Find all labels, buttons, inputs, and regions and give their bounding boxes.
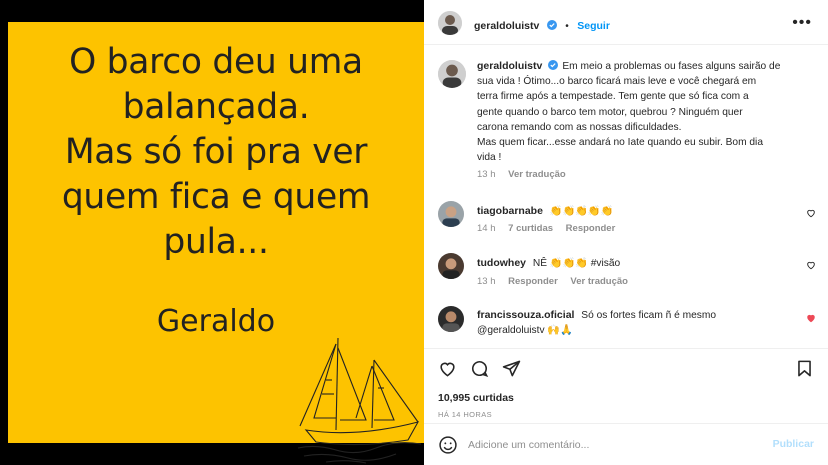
post-side-panel: geraldoluistv • Seguir ••• geraldoluistv… — [424, 0, 828, 465]
comment-username[interactable]: tudowhey — [477, 257, 526, 269]
caption-line: terra firme após a tempestade. Tem gente… — [477, 91, 749, 103]
publish-button[interactable]: Publicar — [773, 438, 814, 450]
comment-liked-heart-icon[interactable] — [806, 313, 816, 323]
likes-count[interactable]: 10,995 curtidas — [438, 392, 514, 404]
sailboat-illustration — [297, 337, 422, 464]
comment-avatar[interactable] — [438, 306, 464, 332]
comment-mention[interactable]: @geraldoluistv 🙌🙏 — [477, 325, 573, 336]
caption-line: vida ! — [477, 152, 502, 164]
quote-line: quem fica e quem — [61, 177, 371, 217]
comment-text: 👏👏👏👏👏 — [549, 206, 614, 217]
quote-line: pula... — [163, 222, 269, 262]
comment-item: francissouza.oficial Só os fortes ficam … — [477, 308, 797, 338]
comment-time[interactable]: 14 h — [477, 223, 496, 234]
comment-item: tiagobarnabe 👏👏👏👏👏 — [477, 204, 613, 219]
author-username[interactable]: geraldoluistv — [474, 20, 539, 32]
reply-button[interactable]: Responder — [566, 223, 616, 234]
caption-avatar[interactable] — [438, 60, 466, 88]
avatar-photo-icon — [438, 253, 464, 279]
comment-avatar[interactable] — [438, 253, 464, 279]
more-options-icon[interactable]: ••• — [792, 14, 812, 32]
comment-text: Só os fortes ficam ñ é mesmo — [581, 310, 717, 321]
post-image[interactable]: O barco deu uma balançada. Mas só foi pr… — [8, 0, 424, 465]
follow-button[interactable]: Seguir — [577, 20, 610, 32]
share-icon[interactable] — [502, 359, 521, 378]
comment-text: NÊ 👏👏👏 #visão — [532, 258, 621, 269]
comment-item: tudowhey NÊ 👏👏👏 #visão — [477, 256, 620, 271]
quote-line: balançada. — [122, 87, 310, 127]
comment-translate-button[interactable]: Ver tradução — [570, 276, 628, 287]
comment-icon[interactable] — [470, 359, 489, 378]
reply-button[interactable]: Responder — [508, 276, 558, 287]
comment-like-heart-icon[interactable] — [806, 260, 816, 270]
quote-text: O barco deu uma balançada. Mas só foi pr… — [8, 40, 424, 265]
comment-username[interactable]: francissouza.oficial — [477, 309, 574, 321]
header-separator: • — [565, 21, 569, 32]
caption-translate-button[interactable]: Ver tradução — [508, 169, 566, 180]
avatar-photo-icon — [438, 201, 464, 227]
verified-badge-icon — [546, 20, 557, 30]
caption: geraldoluistv Em meio a problemas ou fase… — [477, 59, 817, 165]
avatar-photo-icon — [438, 60, 466, 88]
caption-line: Mas quem ficar...esse andará no Iate qua… — [477, 137, 763, 149]
caption-meta: 13 h Ver tradução — [477, 169, 566, 180]
caption-time[interactable]: 13 h — [477, 169, 496, 180]
comment-username[interactable]: tiagobarnabe — [477, 205, 543, 217]
caption-line: sua vida ! Ótimo...o barco ficará mais l… — [477, 76, 757, 88]
comment-avatar[interactable] — [438, 201, 464, 227]
post-header: geraldoluistv • Seguir ••• — [424, 0, 828, 45]
quote-line: Mas só foi pra ver — [64, 132, 368, 172]
window-edge — [0, 0, 8, 465]
quote-card: O barco deu uma balançada. Mas só foi pr… — [8, 22, 424, 464]
verified-badge-icon — [548, 60, 559, 70]
caption-line: carona remando com as nossas dificuldade… — [477, 121, 682, 133]
comment-meta: 13 h Responder Ver tradução — [477, 276, 628, 287]
caption-line: Em meio a problemas ou fases alguns sair… — [562, 61, 781, 72]
comment-meta: 14 h 7 curtidas Responder — [477, 223, 615, 234]
avatar-photo-icon — [438, 306, 464, 332]
header-user-row: geraldoluistv • Seguir — [474, 16, 610, 34]
comment-like-heart-icon[interactable] — [806, 208, 816, 218]
comment-time[interactable]: 13 h — [477, 276, 496, 287]
avatar-photo-icon — [438, 11, 462, 35]
caption-line: gente quando o barco tem motor, quebrou … — [477, 106, 743, 118]
comment-input[interactable] — [468, 435, 758, 455]
quote-line: O barco deu uma — [69, 42, 363, 82]
post-timestamp: HÁ 14 HORAS — [438, 410, 492, 419]
comment-likes[interactable]: 7 curtidas — [508, 223, 553, 234]
author-avatar[interactable] — [438, 11, 462, 35]
caption-username[interactable]: geraldoluistv — [477, 60, 542, 72]
bookmark-icon[interactable] — [795, 359, 814, 378]
post-actions-bar — [424, 348, 828, 384]
heart-icon[interactable] — [438, 359, 457, 378]
add-comment-bar: Publicar — [424, 423, 828, 465]
emoji-icon[interactable] — [438, 435, 458, 455]
